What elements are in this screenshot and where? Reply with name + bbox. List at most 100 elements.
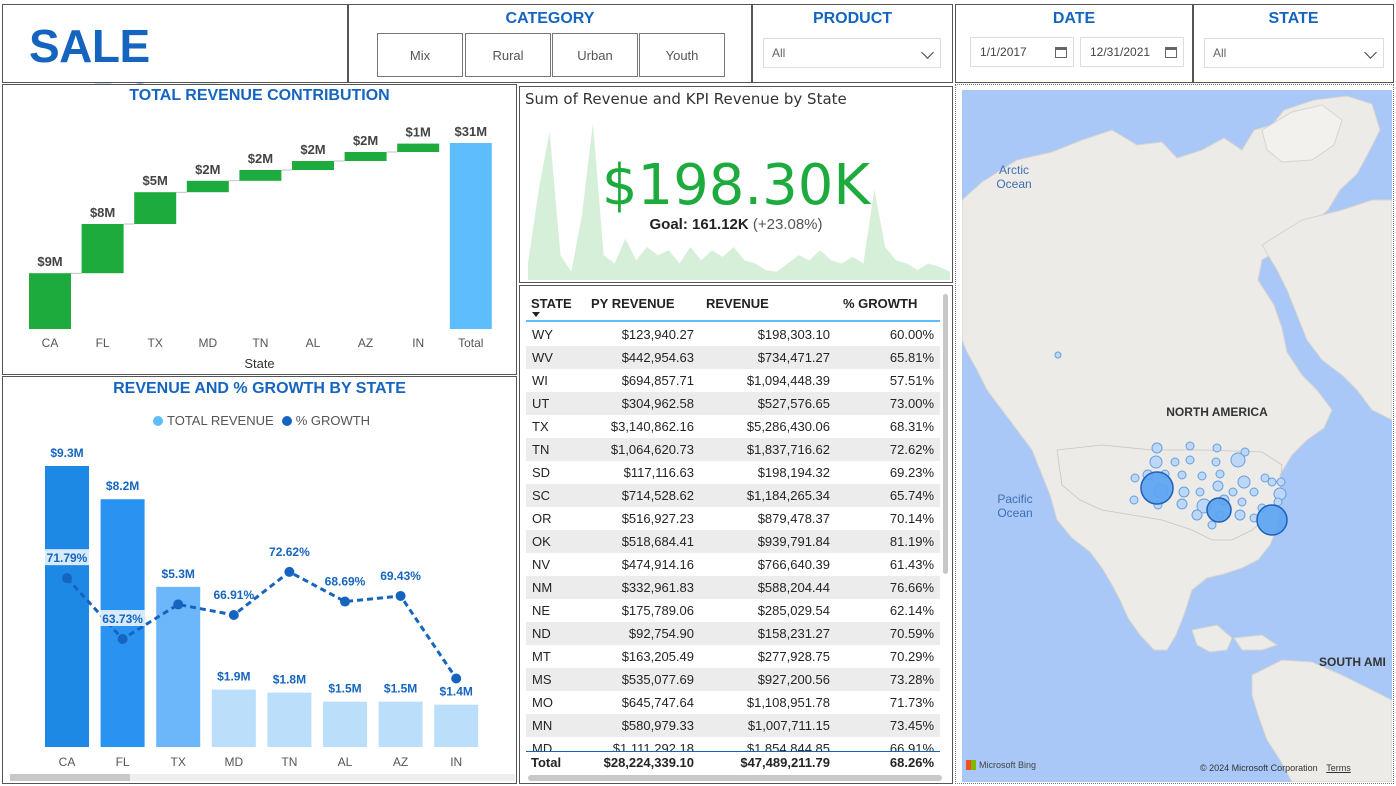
table-row[interactable]: MT $163,205.49 $277,928.75 70.29% xyxy=(526,645,940,668)
growth-point xyxy=(62,573,72,584)
revenue-data-label: $1.5M xyxy=(384,682,417,696)
combo-x-tick: TN xyxy=(281,755,297,769)
cell-py-revenue: $1,111,292.18 xyxy=(612,741,694,751)
table-row[interactable]: UT $304,962.58 $527,576.65 73.00% xyxy=(526,392,940,415)
category-option-youth[interactable]: Youth xyxy=(639,33,725,77)
table-row[interactable]: TX $3,140,862.16 $5,286,430.06 68.31% xyxy=(526,415,940,438)
kpi-panel: Sum of Revenue and KPI Revenue by State … xyxy=(519,86,953,283)
table-row[interactable]: MS $535,077.69 $927,200.56 73.28% xyxy=(526,668,940,691)
start-date-input[interactable]: 1/1/2017 xyxy=(970,37,1074,67)
waterfall-chart: $9M CA $8M FL $5M TX $2M MD $2M TN $2M AL $2M AZ $1M IN… xyxy=(29,124,492,350)
waterfall-bar xyxy=(134,192,177,224)
map-bubble xyxy=(1129,495,1139,505)
category-option-rural[interactable]: Rural xyxy=(465,33,551,77)
map-bubble xyxy=(1149,455,1163,469)
calendar-icon[interactable] xyxy=(1165,47,1177,58)
waterfall-data-label: $2M xyxy=(353,133,378,148)
combo-x-tick: CA xyxy=(59,755,76,769)
bing-icon xyxy=(966,760,976,770)
column-header-py-revenue[interactable]: PY REVENUE xyxy=(591,296,675,311)
map-bubble xyxy=(1185,455,1195,465)
table-row[interactable]: ND $92,754.90 $158,231.27 70.59% xyxy=(526,622,940,645)
terms-link[interactable]: Terms xyxy=(1326,763,1351,773)
cell-py-revenue: $516,927.23 xyxy=(621,511,694,526)
waterfall-bar xyxy=(186,180,229,193)
cell-growth: 65.81% xyxy=(836,346,940,369)
revenue-data-label: $5.3M xyxy=(162,567,195,581)
combo-x-tick: AZ xyxy=(393,755,408,769)
title-panel: SALE REPORT xyxy=(2,4,348,126)
column-header-revenue[interactable]: REVENUE xyxy=(706,296,769,311)
table-row[interactable]: SD $117,116.63 $198,194.32 69.23% xyxy=(526,461,940,484)
table-row[interactable]: OK $518,684.41 $939,791.84 81.19% xyxy=(526,530,940,553)
cell-growth: 81.19% xyxy=(836,530,940,553)
growth-data-label: 72.62% xyxy=(269,545,310,559)
table-row[interactable]: WY $123,940.27 $198,303.10 60.00% xyxy=(526,323,940,346)
cell-state: MO xyxy=(532,695,553,710)
horizontal-scrollbar[interactable] xyxy=(10,774,515,781)
map-bubble xyxy=(1228,487,1238,497)
map-bubble-large xyxy=(1256,504,1288,536)
cell-state: OK xyxy=(526,530,586,553)
map-bubble-large xyxy=(1140,471,1174,505)
product-dropdown-value: All xyxy=(772,46,786,60)
table-row[interactable]: NM $332,961.83 $588,204.44 76.66% xyxy=(526,576,940,599)
vertical-scrollbar[interactable] xyxy=(943,294,948,574)
cell-revenue: $527,576.65 xyxy=(700,392,836,415)
growth-data-label: 68.69% xyxy=(325,575,366,589)
map-label-pacific: Pacific xyxy=(997,492,1032,506)
cell-py-revenue: $580,979.33 xyxy=(586,714,700,737)
waterfall-x-tick: AZ xyxy=(358,336,373,350)
cell-py-revenue: $714,528.62 xyxy=(586,484,700,507)
growth-point xyxy=(284,566,295,577)
map-bubble xyxy=(1249,487,1259,497)
product-slicer: PRODUCT All xyxy=(752,4,953,83)
table-row[interactable]: MO $645,747.64 $1,108,951.78 71.73% xyxy=(526,691,940,714)
map-visual[interactable]: Arctic Ocean Pacific Ocean NORTH AMERICA… xyxy=(962,90,1392,782)
cell-py-revenue: $474,914.16 xyxy=(621,557,694,572)
end-date-input[interactable]: 12/31/2021 xyxy=(1080,37,1184,67)
revenue-bar xyxy=(323,701,367,747)
cell-revenue: $198,194.32 xyxy=(757,465,830,480)
column-header-state[interactable]: STATE xyxy=(531,296,572,311)
waterfall-bar xyxy=(449,143,492,329)
calendar-icon[interactable] xyxy=(1055,47,1067,58)
map-label-north-america: NORTH AMERICA xyxy=(1166,405,1268,419)
table-row[interactable]: MD $1,111,292.18 $1,854,844.85 66.91% xyxy=(526,737,940,751)
cell-state: UT xyxy=(526,392,586,415)
category-option-urban[interactable]: Urban xyxy=(552,33,638,77)
cell-state: SD xyxy=(532,465,551,480)
state-dropdown[interactable]: All xyxy=(1204,38,1384,68)
product-dropdown[interactable]: All xyxy=(763,38,941,68)
cell-growth: 68.31% xyxy=(889,419,934,434)
category-option-mix[interactable]: Mix xyxy=(377,33,463,77)
table-row[interactable]: WI $694,857.71 $1,094,448.39 57.51% xyxy=(526,369,940,392)
cell-revenue: $1,184,265.34 xyxy=(700,484,836,507)
cell-growth: 73.45% xyxy=(836,714,940,737)
waterfall-data-label: $2M xyxy=(248,151,273,166)
waterfall-data-label: $31M xyxy=(455,124,488,139)
growth-data-label: 71.79% xyxy=(47,551,88,565)
date-slicer-title: DATE xyxy=(1052,10,1096,27)
scrollbar-thumb[interactable] xyxy=(10,774,130,781)
table-row[interactable]: TN $1,064,620.73 $1,837,716.62 72.62% xyxy=(526,438,940,461)
map-bubble xyxy=(1178,486,1190,498)
cell-py-revenue: $694,857.71 xyxy=(621,373,694,388)
table-row[interactable]: WV $442,954.63 $734,471.27 65.81% xyxy=(526,346,940,369)
table-row[interactable]: NE $175,789.06 $285,029.54 62.14% xyxy=(526,599,940,622)
cell-state: WY xyxy=(532,327,553,342)
table-row[interactable]: SC $714,528.62 $1,184,265.34 65.74% xyxy=(526,484,940,507)
cell-growth: 69.23% xyxy=(889,465,934,480)
table-horizontal-scrollbar[interactable] xyxy=(528,775,942,781)
total-label: Total xyxy=(531,755,562,770)
column-header-growth[interactable]: % GROWTH xyxy=(843,296,917,311)
cell-growth: 73.00% xyxy=(836,392,940,415)
map-panel: Arctic Ocean Pacific Ocean NORTH AMERICA… xyxy=(955,84,1394,784)
table-row[interactable]: OR $516,927.23 $879,478.37 70.14% xyxy=(526,507,940,530)
cell-growth: 57.51% xyxy=(889,373,934,388)
cell-state: MN xyxy=(526,714,586,737)
cell-growth: 65.74% xyxy=(836,484,940,507)
table-row[interactable]: MN $580,979.33 $1,007,711.15 73.45% xyxy=(526,714,940,737)
table-row[interactable]: NV $474,914.16 $766,640.39 61.43% xyxy=(526,553,940,576)
cell-growth: 70.59% xyxy=(836,622,940,645)
